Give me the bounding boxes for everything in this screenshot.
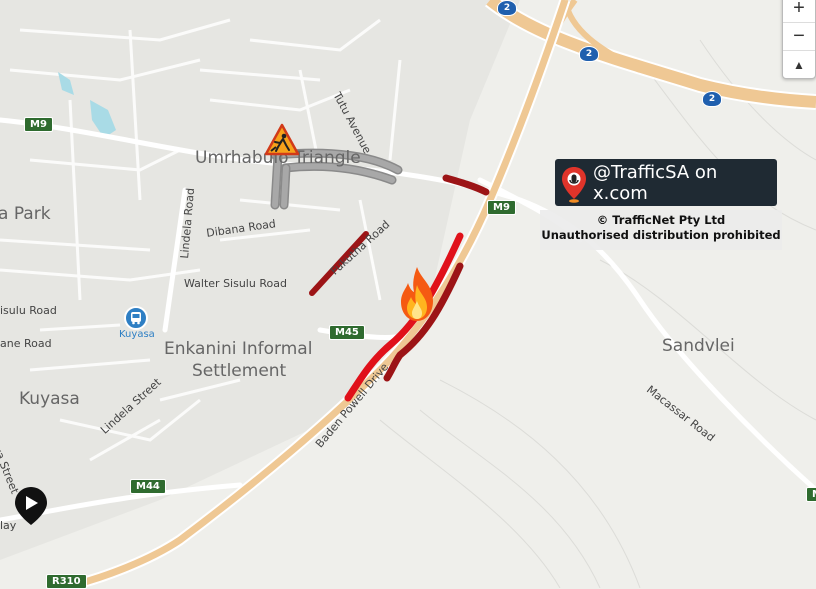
street-label-lane-left: ane Road xyxy=(0,337,52,350)
map-zoom-controls: + − ▲ xyxy=(782,0,816,79)
street-label-sisulu-left: isulu Road xyxy=(0,304,57,317)
route-shield-n2: 2 xyxy=(497,0,517,16)
route-shield-m9: M9 xyxy=(487,200,516,215)
map-pin-icon xyxy=(561,166,587,203)
street-label-walter-sisulu: Walter Sisulu Road xyxy=(184,277,287,290)
distribution-notice: Unauthorised distribution prohibited xyxy=(541,228,781,242)
route-shield-m: M xyxy=(806,487,816,502)
route-shield-m44: M44 xyxy=(130,479,166,494)
copyright-text: © TrafficNet Pty Ltd xyxy=(596,213,726,227)
route-shield-r310: R310 xyxy=(46,574,87,589)
area-label-park: a Park xyxy=(0,204,51,224)
area-label-kuyasa: Kuyasa xyxy=(19,389,80,409)
route-shield-n2: 2 xyxy=(579,46,599,62)
area-label-sandvlei: Sandvlei xyxy=(662,336,735,356)
zoom-in-button[interactable]: + xyxy=(783,0,815,23)
roadworks-warning-icon[interactable] xyxy=(264,123,300,157)
copyright-notice: © TrafficNet Pty Ltd Unauthorised distri… xyxy=(540,210,782,250)
poi-label-kuyasa: Kuyasa xyxy=(119,329,155,340)
compass-icon: ▲ xyxy=(793,57,805,72)
area-label-settlement: Settlement xyxy=(192,361,287,381)
zoom-out-button[interactable]: − xyxy=(783,23,815,51)
route-shield-n2: 2 xyxy=(702,91,722,107)
play-marker-icon[interactable] xyxy=(13,486,49,526)
fire-icon[interactable] xyxy=(395,265,439,325)
compass-button[interactable]: ▲ xyxy=(783,51,815,78)
route-shield-m9: M9 xyxy=(24,117,53,132)
trafficsa-branding-box[interactable]: @TrafficSA on x.com xyxy=(555,159,777,206)
branding-handle: @TrafficSA on x.com xyxy=(593,161,718,204)
bus-station-icon[interactable] xyxy=(124,306,148,330)
area-label-enkanini: Enkanini Informal xyxy=(164,339,313,359)
route-shield-m45: M45 xyxy=(329,325,365,340)
